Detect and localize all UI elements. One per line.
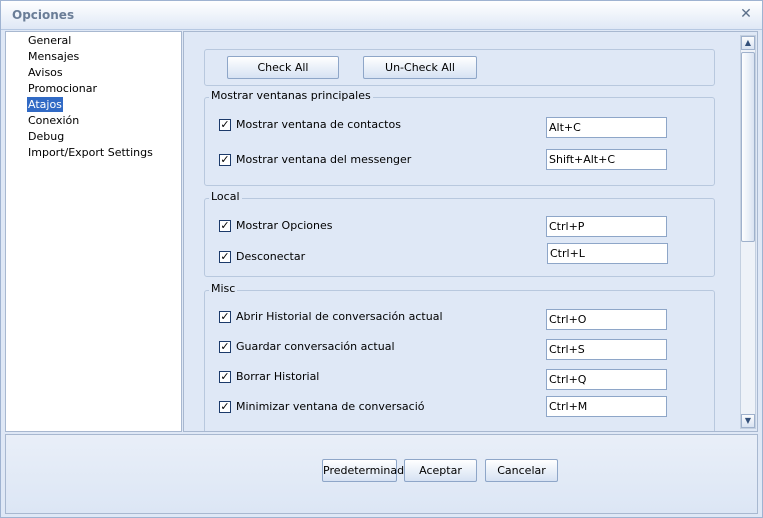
nav-item-mensajes[interactable]: Mensajes	[27, 49, 80, 64]
nav-item-debug[interactable]: Debug	[27, 129, 65, 144]
nav-item-avisos[interactable]: Avisos	[27, 65, 64, 80]
shortcut-field[interactable]: Ctrl+Q	[546, 369, 667, 390]
checkbox-show-options[interactable]: ✓	[219, 220, 231, 232]
shortcut-field[interactable]: Ctrl+P	[546, 216, 667, 237]
group-main-windows: Mostrar ventanas principales ✓ Mostrar v…	[204, 89, 715, 186]
group-misc: Misc ✓ Abrir Historial de conversación a…	[204, 282, 715, 431]
checkmark-icon: ✓	[220, 250, 230, 263]
checkmark-icon: ✓	[220, 370, 230, 383]
row-label: Minimizar ventana de conversació	[236, 400, 425, 413]
close-icon[interactable]: ✕	[738, 6, 754, 22]
shortcut-field[interactable]: Ctrl+M	[546, 396, 667, 417]
check-all-button[interactable]: Check All	[227, 56, 339, 79]
arrow-up-icon[interactable]: ▲	[741, 36, 755, 50]
group-label: Misc	[209, 282, 238, 295]
group-label: Local	[209, 190, 242, 203]
nav-item-atajos[interactable]: Atajos	[27, 97, 63, 112]
group-local: Local ✓ Mostrar Opciones Ctrl+P ✓ Descon…	[204, 190, 715, 277]
shortcuts-panel: Check All Un-Check All Mostrar ventanas …	[183, 31, 758, 432]
vertical-scrollbar[interactable]: ▲ ▼	[740, 35, 756, 429]
nav-item-promocionar[interactable]: Promocionar	[27, 81, 98, 96]
shortcut-field[interactable]: Alt+C	[546, 117, 667, 138]
dialog-footer: Predeterminado Aceptar Cancelar	[5, 434, 758, 514]
shortcut-field[interactable]: Ctrl+L	[547, 243, 668, 264]
check-toolbar: Check All Un-Check All	[204, 49, 715, 86]
row-label: Mostrar ventana del messenger	[236, 153, 412, 166]
checkbox-show-messenger[interactable]: ✓	[219, 154, 231, 166]
nav-item-import-export[interactable]: Import/Export Settings	[27, 145, 154, 160]
nav-item-conexion[interactable]: Conexión	[27, 113, 80, 128]
row-label: Guardar conversación actual	[236, 340, 395, 353]
title-bar: Opciones ✕	[1, 1, 762, 30]
arrow-down-icon[interactable]: ▼	[741, 414, 755, 428]
scrollbar-thumb[interactable]	[741, 52, 755, 242]
row-label: Mostrar Opciones	[236, 219, 333, 232]
checkmark-icon: ✓	[220, 310, 230, 323]
checkmark-icon: ✓	[220, 153, 230, 166]
checkbox-open-history[interactable]: ✓	[219, 311, 231, 323]
checkmark-icon: ✓	[220, 118, 230, 131]
default-button[interactable]: Predeterminado	[322, 459, 411, 482]
row-label: Borrar Historial	[236, 370, 320, 383]
group-label: Mostrar ventanas principales	[209, 89, 373, 102]
accept-button[interactable]: Aceptar	[404, 459, 477, 482]
shortcut-field[interactable]: Shift+Alt+C	[546, 149, 667, 170]
shortcut-field[interactable]: Ctrl+O	[546, 309, 667, 330]
checkbox-minimize-conversation[interactable]: ✓	[219, 401, 231, 413]
checkbox-show-contacts[interactable]: ✓	[219, 119, 231, 131]
nav-item-general[interactable]: General	[27, 33, 72, 48]
checkbox-disconnect[interactable]: ✓	[219, 251, 231, 263]
shortcut-field[interactable]: Ctrl+S	[546, 339, 667, 360]
options-dialog: Opciones ✕ General Mensajes Avisos Promo…	[0, 0, 763, 518]
cancel-button[interactable]: Cancelar	[485, 459, 558, 482]
uncheck-all-button[interactable]: Un-Check All	[363, 56, 477, 79]
dialog-title: Opciones	[12, 8, 75, 22]
checkmark-icon: ✓	[220, 340, 230, 353]
checkbox-delete-history[interactable]: ✓	[219, 371, 231, 383]
checkbox-save-conversation[interactable]: ✓	[219, 341, 231, 353]
checkmark-icon: ✓	[220, 400, 230, 413]
options-nav: General Mensajes Avisos Promocionar Ataj…	[5, 31, 182, 432]
checkmark-icon: ✓	[220, 219, 230, 232]
row-label: Desconectar	[236, 250, 306, 263]
row-label: Mostrar ventana de contactos	[236, 118, 401, 131]
row-label: Abrir Historial de conversación actual	[236, 310, 443, 323]
